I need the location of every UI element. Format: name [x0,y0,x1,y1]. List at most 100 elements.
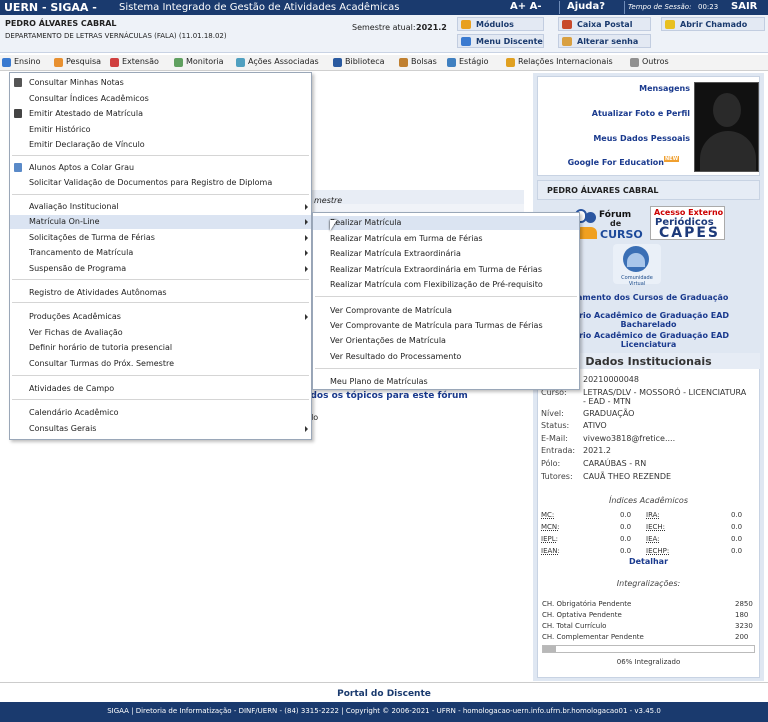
ensino-menu-item[interactable]: Definir horário de tutoria presencial [10,341,311,355]
change-password-button[interactable]: Alterar senha [558,34,651,48]
open-ticket-button[interactable]: Abrir Chamado [661,17,765,31]
submenu-label: Realizar Matrícula [330,218,402,227]
modules-button[interactable]: Módulos [457,17,544,31]
forum-all-topics-link[interactable]: todos os tópicos para este fórum [300,391,468,401]
google-education-link[interactable]: Google For Education [560,158,664,167]
document-icon [14,163,22,172]
matricula-submenu-item[interactable]: Realizar Matrícula Extraordinária [313,247,579,261]
index-label[interactable]: IECHP: [646,547,669,555]
matricula-submenu-item[interactable]: Ver Resultado do Processamento [313,350,579,364]
index-value: 0.0 [731,535,743,543]
ensino-menu-item[interactable]: Consultar Turmas do Próx. Semestre [10,357,311,371]
system-name: Sistema Integrado de Gestão de Atividade… [119,2,400,13]
index-value: 0.0 [620,535,632,543]
ensino-menu-label: Solicitações de Turma de Férias [29,233,155,242]
update-photo-link[interactable]: Atualizar Foto e Perfil [570,109,690,118]
profile-name: PEDRO ÁLVARES CABRAL [537,180,760,200]
ensino-menu-item[interactable]: Atividades de Campo [10,382,311,396]
menu-bolsas[interactable]: Bolsas [399,57,437,67]
level-value: GRADUAÇÃO [583,409,635,418]
ensino-menu-item[interactable]: Emitir Histórico [10,123,311,137]
pole-label: Pólo: [541,459,561,468]
extensao-icon [110,58,119,67]
index-label[interactable]: MC: [541,511,554,519]
separator [559,1,560,14]
forum-banner[interactable]: Fórum de CURSO [572,207,644,241]
ch-value: 3230 [735,622,753,630]
virtual-community-banner[interactable]: Comunidade Virtual [613,244,661,287]
ensino-menu-item[interactable]: Consultar Minhas Notas [10,76,311,90]
matricula-submenu-item[interactable]: Realizar Matrícula com Flexibilização de… [313,278,579,292]
menu-relacoes-internacionais[interactable]: Relações Internacionais [506,57,613,67]
mailbox-button[interactable]: Caixa Postal [558,17,651,31]
matricula-submenu-item[interactable]: Meu Plano de Matrículas [313,375,579,389]
session-time: 00:23 [698,3,719,11]
ensino-menu-item[interactable]: Solicitar Validação de Documentos para R… [10,176,311,190]
index-label[interactable]: IRA: [646,511,660,519]
menu-acoes-associadas[interactable]: Ações Associadas [236,57,319,67]
help-link[interactable]: Ajuda? [567,1,605,12]
menu-extensao[interactable]: Extensão [110,57,159,67]
font-size-controls[interactable]: A+ A- [510,1,542,12]
ensino-menu-item[interactable]: Ver Fichas de Avaliação [10,326,311,340]
ensino-menu-label: Definir horário de tutoria presencial [29,343,173,352]
index-label[interactable]: IEAN: [541,547,560,555]
ensino-menu-item[interactable]: Calendário Acadêmico [10,406,311,420]
entry-label: Entrada: [541,446,576,455]
ensino-menu-item[interactable]: Solicitações de Turma de Férias [10,231,311,245]
capes-banner[interactable]: Acesso Externo Periódicos CAPES [650,206,725,241]
messages-link[interactable]: Mensagens [610,84,690,93]
ensino-menu-item[interactable]: Emitir Declaração de Vínculo [10,138,311,152]
submenu-label: Realizar Matrícula em Turma de Férias [330,234,483,243]
portal-link[interactable]: Portal do Discente [0,689,768,699]
ensino-menu-item[interactable]: Consultar Índices Acadêmicos [10,92,311,106]
mouse-cursor [330,220,337,231]
menu-monitoria[interactable]: Monitoria [174,57,224,67]
ensino-menu-item[interactable]: Emitir Atestado de Matrícula [10,107,311,121]
ch-label: CH. Obrigatória Pendente [542,600,632,608]
ensino-menu-item[interactable]: Suspensão de Programa [10,262,311,276]
matricula-submenu-item[interactable]: Realizar Matrícula [313,216,579,230]
ensino-menu-item[interactable]: Matrícula On-Line [10,215,311,229]
submenu-label: Realizar Matrícula Extraordinária [330,249,461,258]
ensino-menu-item[interactable]: Alunos Aptos a Colar Grau [10,161,311,175]
ensino-menu-label: Emitir Histórico [29,125,91,134]
ensino-menu-item[interactable]: Trancamento de Matrícula [10,246,311,260]
index-value: 0.0 [731,511,743,519]
index-label[interactable]: IEA: [646,535,660,543]
index-label[interactable]: IECH: [646,523,665,531]
ensino-menu-label: Consultar Minhas Notas [29,78,124,87]
user-photo[interactable] [694,82,759,172]
ensino-menu-item[interactable]: Consultas Gerais [10,422,311,436]
semester-fragment: mestre [314,196,343,205]
student-menu-button[interactable]: Menu Discente [457,34,544,48]
ensino-menu-label: Emitir Atestado de Matrícula [29,109,143,118]
matricula-submenu-item[interactable]: Ver Comprovante de Matrícula [313,304,579,318]
matricula-submenu-item[interactable]: Realizar Matrícula em Turma de Férias [313,232,579,246]
menu-outros[interactable]: Outros [630,57,669,67]
menu-estagio[interactable]: Estágio [447,57,488,67]
index-label[interactable]: IEPL: [541,535,558,543]
ensino-menu-label: Suspensão de Programa [29,264,127,273]
outros-icon [630,58,639,67]
matricula-submenu-item[interactable]: Ver Comprovante de Matrícula para Turmas… [313,319,579,333]
capes-label: Acesso Externo [654,208,724,217]
menu-ensino[interactable]: Ensino [2,57,40,67]
logout-button[interactable]: SAIR [731,1,757,12]
semester-value: 2021.2 [416,23,447,32]
matricula-submenu-item[interactable]: Ver Orientações de Matrícula [313,334,579,348]
mailbox-icon [562,20,572,29]
index-label[interactable]: MCN: [541,523,560,531]
ensino-menu-item[interactable]: Avaliação Institucional [10,200,311,214]
menu-biblioteca[interactable]: Biblioteca [333,57,385,67]
personal-data-link[interactable]: Meus Dados Pessoais [570,134,690,143]
ensino-dropdown-menu: Consultar Minhas Notas Consultar Índices … [9,72,312,440]
menu-pesquisa[interactable]: Pesquisa [54,57,101,67]
indices-title: Índices Acadêmicos [608,496,688,505]
ensino-menu-item[interactable]: Registro de Atividades Autônomas [10,286,311,300]
ensino-menu-item[interactable]: Produções Acadêmicas [10,310,311,324]
submenu-arrow-icon [305,426,308,432]
matricula-submenu-item[interactable]: Realizar Matrícula Extraordinária em Tur… [313,263,579,277]
details-link[interactable]: Detalhar [537,557,760,566]
avatar-head [713,93,741,127]
